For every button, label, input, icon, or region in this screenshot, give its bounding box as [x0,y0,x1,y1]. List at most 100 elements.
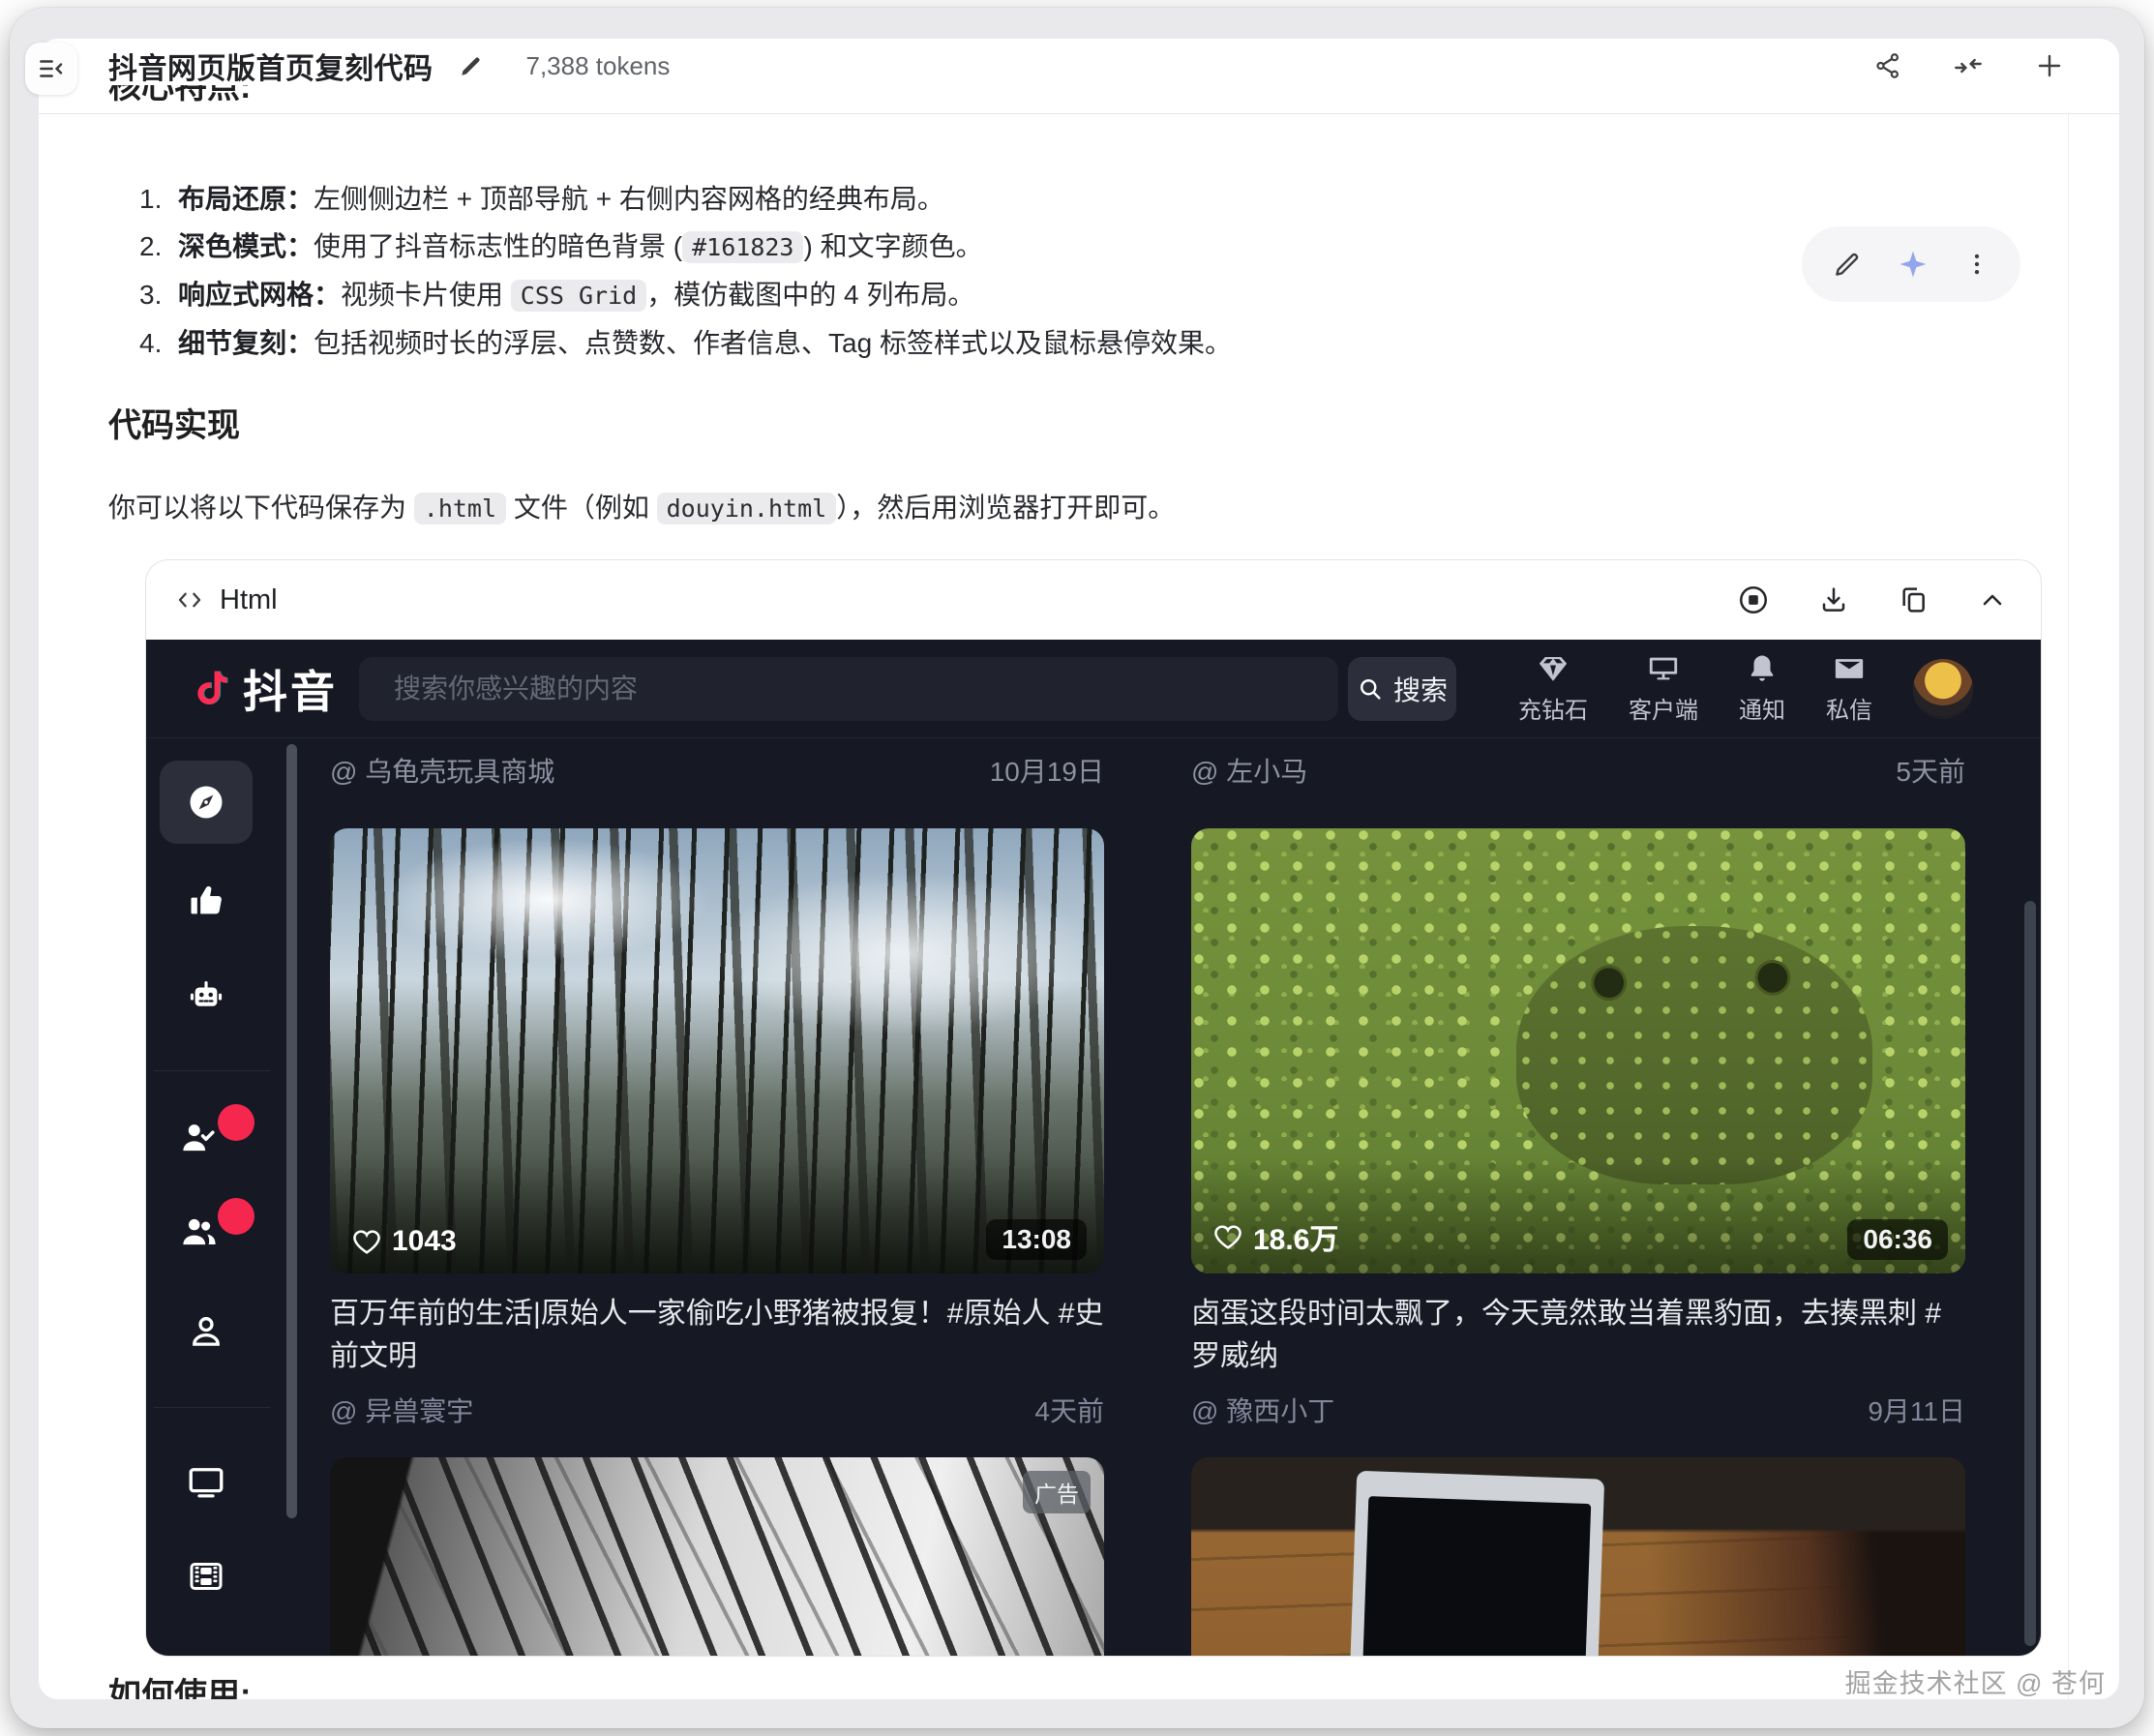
header-actions [1873,50,2065,81]
sidebar-item-live[interactable] [160,1440,253,1523]
sidebar-scrollbar[interactable] [286,744,297,1518]
video-author[interactable]: @ 异兽寰宇 [330,1391,473,1429]
video-card[interactable]: 广告 [330,1457,1104,1656]
video-card[interactable] [1191,1457,1965,1656]
rename-button[interactable] [459,53,484,78]
feature-item: 3.响应式网格：视频卡片使用 CSS Grid，模仿截图中的 4 列布局。 [139,272,1784,319]
share-button[interactable] [1873,51,1902,80]
inline-code: douyin.html [657,493,837,524]
stop-run-button[interactable] [1737,584,1770,616]
people-icon [179,1212,220,1252]
feature-list: 1.布局还原：左侧侧边栏 + 顶部导航 + 右侧内容网格的经典布局。 2.深色模… [139,176,1784,368]
clipped-section-heading: 核心特点: [108,85,251,105]
sidebar-item-likes[interactable] [160,859,253,943]
video-meta-row: @ 乌龟壳玩具商城 10月19日 [330,751,1104,790]
search-button[interactable]: 搜索 [1348,657,1456,721]
video-author[interactable]: @ 左小马 [1191,751,1307,790]
download-icon [1818,584,1849,615]
douyin-nav-items: 充钻石 客户端 [1518,652,1872,725]
chevron-up-icon [1977,584,2008,615]
video-card[interactable]: 18.6万 06:36 卤蛋这段时间太飘了，今天竟然敢当着黑豹面，去揍黑刺 #罗… [1191,828,1965,1429]
nav-item-notifications[interactable]: 通知 [1739,652,1785,725]
envelope-icon [1833,652,1866,685]
sidebar-item-film[interactable] [160,1535,253,1618]
diamond-icon [1537,652,1570,685]
download-code-button[interactable] [1818,584,1849,615]
nav-item-recharge[interactable]: 充钻石 [1518,652,1588,725]
app-window: 抖音网页版首页复刻代码 7,388 tokens [10,8,2144,1728]
instruction-paragraph: 你可以将以下代码保存为 .html 文件（例如 douyin.html），然后用… [108,486,1175,531]
stop-circle-icon [1737,584,1770,616]
nav-item-client[interactable]: 客户端 [1629,652,1698,725]
ad-badge: 广告 [1023,1471,1091,1513]
header-divider [39,113,2119,114]
scroll-gutter-divider [2068,113,2069,1699]
edit-message-button[interactable] [1833,250,1862,279]
code-block-card: Html [145,559,2042,1657]
heart-outline-icon [1212,1221,1243,1252]
video-author[interactable]: @ 乌龟壳玩具商城 [330,751,554,790]
share-icon [1873,51,1902,80]
robot-icon [186,977,226,1018]
bell-icon [1746,652,1779,685]
nav-item-messages[interactable]: 私信 [1826,652,1872,725]
collapse-button[interactable] [1953,50,1984,81]
clipped-next-heading: 如何使用: [108,1668,251,1699]
video-meta-row: @ 左小马 5天前 [1191,751,1965,790]
video-card[interactable]: 1043 13:08 百万年前的生活|原始人一家偷吃小野猪被报复！#原始人 #史… [330,828,1104,1429]
video-thumbnail [1191,1457,1965,1656]
douyin-logo[interactable]: 抖音 [189,657,338,721]
user-avatar[interactable] [1913,659,1973,719]
video-duration: 13:08 [986,1219,1087,1260]
like-count: 18.6万 [1212,1215,1338,1258]
douyin-sidebar [146,738,301,1656]
code-icon [175,585,204,614]
heart-outline-icon [351,1226,382,1257]
video-thumbnail: 广告 [330,1457,1104,1656]
video-thumbnail: 18.6万 06:36 [1191,828,1965,1273]
compass-icon [185,781,227,823]
sidebar-toggle-icon [37,54,66,83]
video-meta-row: @ 豫西小丁 9月11日 [1191,1391,1965,1429]
sidebar-item-ai[interactable] [160,956,253,1039]
douyin-preview: 抖音 搜索 [146,640,2041,1656]
screenshot-stage: 抖音网页版首页复刻代码 7,388 tokens [0,0,2154,1736]
section-heading: 代码实现 [108,399,240,446]
video-author[interactable]: @ 豫西小丁 [1191,1391,1334,1429]
code-block-actions [1737,584,2008,616]
chat-header: 抖音网页版首页复刻代码 7,388 tokens [39,39,2119,93]
sidebar-divider [154,1407,270,1408]
sidebar-item-profile[interactable] [160,1290,253,1373]
notification-dot [218,1198,254,1235]
douyin-topnav: 抖音 搜索 [146,640,2041,738]
douyin-note-icon [189,668,231,710]
inline-code: CSS Grid [511,280,646,312]
ai-actions-button[interactable] [1897,248,1930,281]
copy-code-button[interactable] [1898,584,1929,615]
chat-panel: 抖音网页版首页复刻代码 7,388 tokens [39,39,2119,1699]
video-title: 卤蛋这段时间太飘了，今天竟然敢当着黑豹面，去揍黑刺 #罗威纳 [1191,1293,1965,1379]
feed-scrollbar[interactable] [2024,901,2036,1646]
code-language: Html [175,584,278,616]
sidebar-item-explore[interactable] [160,761,253,844]
video-date: 5天前 [1896,751,1965,790]
monitor-icon [1647,652,1680,685]
watermark: 掘金技术社区 @ 苍何 [1845,1662,2106,1699]
notification-dot [218,1104,254,1141]
sidebar-toggle-button[interactable] [25,43,77,95]
search-input[interactable] [359,657,1338,721]
inline-code: .html [414,493,506,524]
sidebar-item-following[interactable] [160,1096,253,1180]
token-count: 7,388 tokens [526,51,671,81]
more-options-button[interactable] [1964,252,1989,277]
thumbs-up-icon [187,882,225,920]
sidebar-divider [154,1070,270,1071]
film-icon [187,1557,225,1596]
douyin-search: 搜索 [359,657,1456,721]
new-chat-button[interactable] [2034,50,2065,81]
collapse-code-button[interactable] [1977,584,2008,615]
douyin-body: @ 乌龟壳玩具商城 10月19日 @ 左小马 5天前 [146,738,2041,1656]
page-title: 抖音网页版首页复刻代码 [108,45,434,87]
pencil-icon [459,53,484,78]
sidebar-item-friends[interactable] [160,1190,253,1273]
